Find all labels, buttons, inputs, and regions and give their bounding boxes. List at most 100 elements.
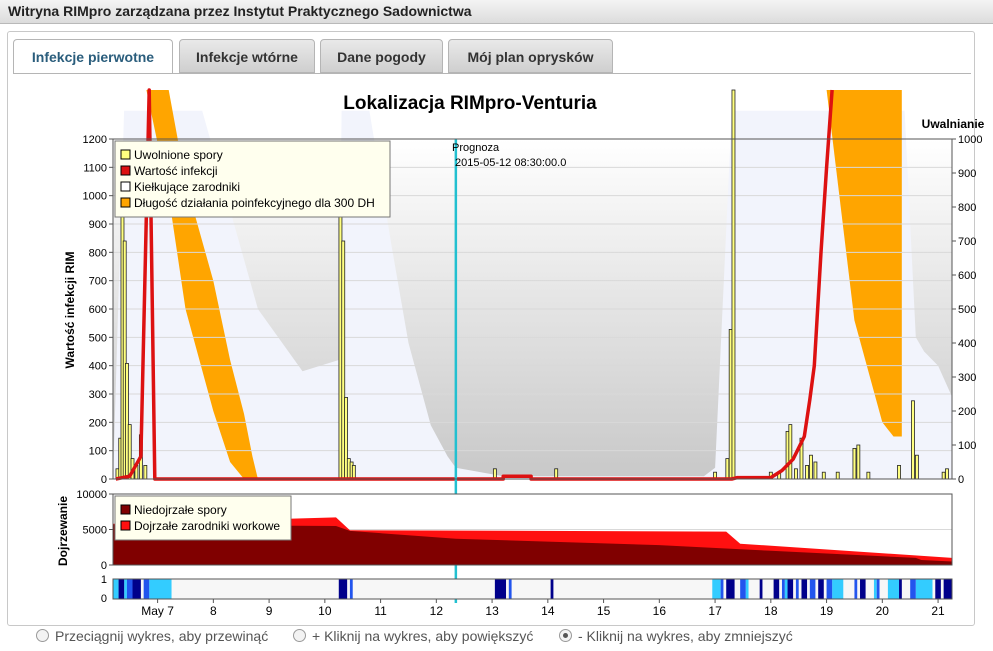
wetness-segment-mid — [720, 579, 724, 599]
wetness-segment-mid — [809, 579, 816, 599]
released-spores-bar — [788, 424, 793, 480]
zoom-out-option[interactable]: - Kliknij na wykres, aby zmniejszyć — [559, 628, 793, 644]
zoom-in-label: + Kliknij na wykres, aby powiększyć — [312, 628, 534, 644]
released-spores-bar — [897, 464, 901, 480]
wetness-segment-mid — [740, 579, 746, 599]
y-tick-label: 200 — [89, 417, 107, 429]
released-spores-bar — [805, 464, 809, 480]
wetness-segment-dark — [338, 579, 348, 599]
legend-swatch — [120, 149, 131, 160]
x-tick-label: May 7 — [141, 604, 174, 618]
released-spores-bar — [143, 464, 148, 480]
chart-title: Lokalizacja RIMpro-Venturia — [343, 93, 597, 114]
wetness-segment-mid — [854, 579, 858, 599]
y2-tick-label: 200 — [958, 406, 976, 418]
forecast-date: 2015-05-12 08:30:00.0 — [455, 157, 566, 169]
radio-zoom-in[interactable] — [293, 629, 306, 642]
x-tick-label: 18 — [764, 604, 778, 618]
released-spores-bar — [852, 447, 857, 480]
y2-tick-label: 1000 — [958, 134, 982, 146]
wetness-segment-dark — [818, 579, 824, 599]
wetness-segment-mid — [143, 579, 150, 599]
wetness-segment-dark — [132, 579, 141, 599]
y-tick-label: 1200 — [83, 134, 107, 146]
wetness-segment-mid — [349, 579, 353, 599]
wetness-segment-mid — [910, 579, 916, 599]
legend-swatch — [120, 197, 131, 208]
y-tick-label: 700 — [89, 276, 107, 288]
maturation-legend-entry: Niedojrzałe spory — [134, 503, 227, 517]
legend-swatch — [120, 165, 131, 176]
x-tick-label: 19 — [820, 604, 834, 618]
maturation-legend-entry: Dojrzałe zarodniki workowe — [134, 519, 280, 533]
maturation-legend-swatch — [120, 504, 131, 515]
x-tick-label: 11 — [374, 604, 387, 618]
wetness-segment-dark — [494, 579, 507, 599]
y2-tick-label: 100 — [958, 440, 976, 452]
y-tick-label: 1100 — [83, 162, 107, 174]
released-spores-bar — [731, 89, 736, 480]
wetness-segment-light — [915, 579, 933, 599]
wetness-segment-dark — [899, 579, 902, 599]
x-tick-label: 13 — [485, 604, 499, 618]
wetness-segment-dark — [801, 579, 808, 599]
x-tick-label: 14 — [541, 604, 555, 618]
released-spores-bar — [945, 468, 949, 480]
wetness-segment-light — [745, 579, 749, 599]
y-tick-label: 500 — [89, 332, 107, 344]
wetness-segment-light — [832, 579, 844, 599]
y-tick-label: 300 — [89, 389, 107, 401]
y-tick-label: 0 — [101, 474, 107, 486]
x-tick-label: 21 — [931, 604, 945, 618]
wetness-segment-dark — [935, 579, 941, 599]
y2-tick-label: 300 — [958, 372, 976, 384]
wetness-segment-dark — [860, 579, 866, 599]
released-spores-bar — [351, 464, 356, 480]
y-tick-label: 400 — [89, 361, 107, 373]
y-tick-label: 600 — [89, 304, 107, 316]
maturation-legend-swatch — [120, 520, 131, 531]
x-tick-label: 16 — [653, 604, 667, 618]
wetness-segment-light — [712, 579, 721, 599]
released-spores-bar — [866, 471, 871, 480]
maturation-tick-label: 0 — [101, 560, 107, 572]
wetness-segment-light — [784, 579, 788, 599]
drag-scroll-label: Przeciągnij wykres, aby przewinąć — [55, 628, 269, 644]
y2-tick-label: 900 — [958, 168, 976, 180]
radio-zoom-out[interactable] — [559, 629, 572, 642]
wetness-segment-dark — [726, 579, 735, 599]
wetness-tick-label: 1 — [101, 574, 107, 586]
maturation-tick-label: 5000 — [83, 525, 107, 537]
y-tick-label: 900 — [89, 219, 107, 231]
maturation-tick-label: 10000 — [76, 489, 107, 501]
zoom-in-option[interactable]: + Kliknij na wykres, aby powiększyć — [293, 628, 533, 644]
released-spores-bar — [813, 461, 818, 480]
y2-tick-label: 500 — [958, 304, 976, 316]
wetness-segment-mid — [826, 579, 833, 599]
zoom-out-label: - Kliknij na wykres, aby zmniejszyć — [578, 628, 793, 644]
y-tick-label: 800 — [89, 247, 107, 259]
y-tick-label: 100 — [89, 446, 107, 458]
y-axis-label: Wartość infekcji RIM — [63, 252, 77, 369]
released-spores-bar — [821, 471, 826, 480]
x-tick-label: 15 — [597, 604, 611, 618]
released-spores-bar — [856, 444, 861, 480]
maturation-axis-label: Dojrzewanie — [56, 496, 70, 566]
wetness-segment-light — [124, 579, 127, 599]
wetness-segment-dark — [943, 579, 952, 599]
legend-entry: Wartość infekcji — [134, 164, 218, 178]
wetness-segment-dark — [773, 579, 780, 599]
wetness-segment-light — [113, 579, 119, 599]
wetness-segment-dark — [787, 579, 794, 599]
released-spores-bar — [914, 454, 919, 480]
y2-axis-label: Uwalnianie — [922, 117, 985, 131]
wetness-segment-light — [887, 579, 900, 599]
radio-drag[interactable] — [36, 629, 49, 642]
rimpro-chart[interactable]: 0100200300400500600700800900100011001200… — [0, 0, 993, 625]
y2-tick-label: 400 — [958, 338, 976, 350]
drag-scroll-option[interactable]: Przeciągnij wykres, aby przewinąć — [36, 628, 268, 644]
y-tick-label: 1000 — [83, 191, 107, 203]
released-spores-bar — [809, 454, 813, 480]
released-spores-bar — [725, 458, 730, 480]
wetness-segment-dark — [550, 579, 554, 599]
